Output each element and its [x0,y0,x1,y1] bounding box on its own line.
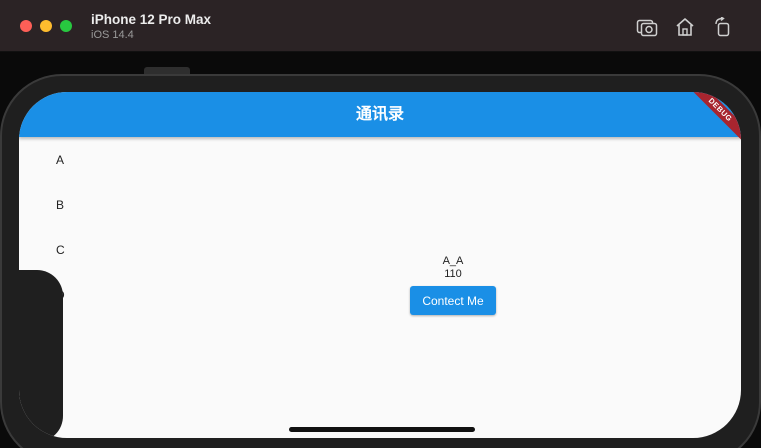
index-letter-b[interactable]: B [56,198,65,243]
device-name: iPhone 12 Pro Max [91,12,212,27]
app-bar-title: 通讯录 [355,106,404,123]
device-notch [19,270,63,438]
index-letter-a[interactable]: A [56,153,65,198]
minimize-window-button[interactable] [40,20,52,32]
contact-phone: 110 [444,268,462,280]
device-screen: 通讯录 DEBUG A B C D A_A 110 Contect Me [19,92,741,438]
screenshot-icon[interactable] [635,15,659,39]
contact-name: A_A [442,255,464,267]
contact-me-button[interactable]: Contect Me [410,286,496,315]
zoom-window-button[interactable] [60,20,72,32]
rotate-icon[interactable] [711,15,735,39]
simulator-window: iPhone 12 Pro Max iOS 14.4 通讯录 DEBUG A B… [0,0,761,448]
os-version: iOS 14.4 [91,29,134,41]
toolbar-icons [635,15,735,39]
close-window-button[interactable] [20,20,32,32]
title-bar: iPhone 12 Pro Max iOS 14.4 [0,0,761,52]
home-indicator[interactable] [289,427,475,432]
window-title-block: iPhone 12 Pro Max iOS 14.4 [91,11,211,43]
home-icon[interactable] [673,15,697,39]
contact-card: A_A 110 Contect Me [410,255,496,315]
app-bar: 通讯录 [19,92,741,137]
